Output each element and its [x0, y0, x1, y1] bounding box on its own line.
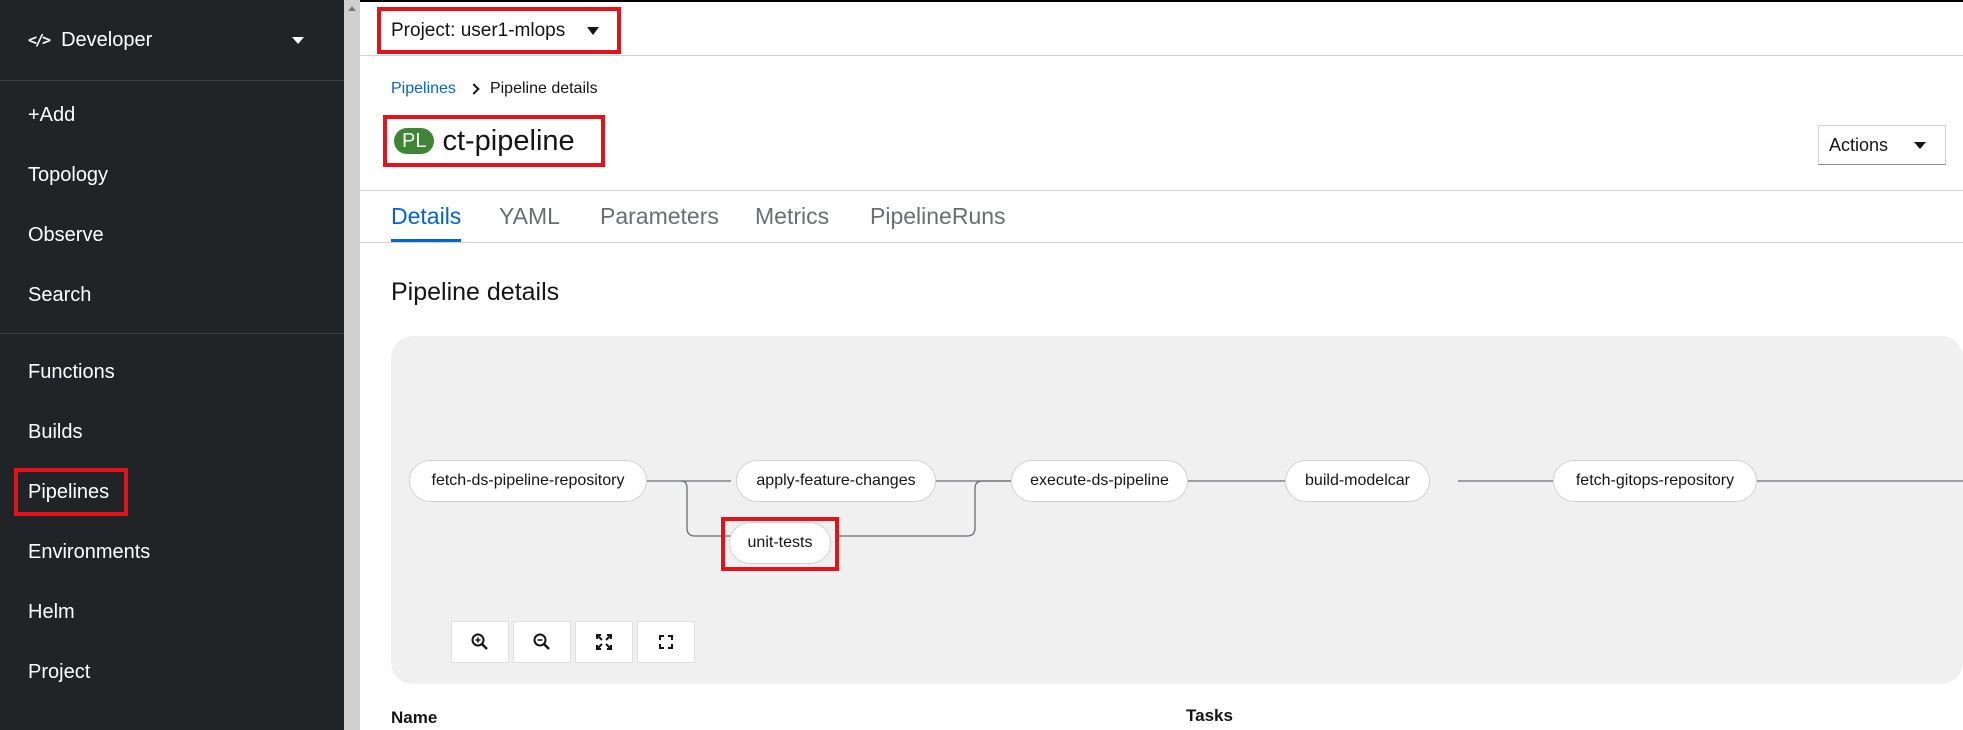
sidebar-item-label: Topology: [28, 163, 109, 186]
sidebar-item-search[interactable]: Search: [0, 265, 344, 325]
caret-down-icon: [1914, 141, 1927, 149]
sidebar-item-label: Project: [28, 660, 91, 683]
nav-group-secondary: Functions Builds Pipelines Environments …: [0, 334, 344, 702]
task-node-unit-tests[interactable]: unit-tests: [729, 522, 831, 564]
sidebar-item-functions[interactable]: Functions: [0, 342, 344, 402]
highlight-box: [14, 468, 128, 516]
actions-dropdown[interactable]: Actions: [1818, 125, 1946, 165]
table-header-tasks: Tasks: [1186, 706, 1233, 725]
page-title: PL ct-pipeline: [383, 115, 605, 167]
task-node[interactable]: fetch-ds-pipeline-repository: [409, 460, 647, 502]
sidebar-item-label: Helm: [28, 600, 75, 623]
sidebar-item-pipelines[interactable]: Pipelines: [0, 462, 344, 522]
tab-details[interactable]: Details: [391, 191, 462, 242]
perspective-switcher[interactable]: </> Developer: [0, 0, 344, 81]
code-icon: </>: [28, 31, 51, 49]
sidebar-item-helm[interactable]: Helm: [0, 582, 344, 642]
sidebar-item-environments[interactable]: Environments: [0, 522, 344, 582]
expand-icon: [659, 635, 673, 649]
tab-parameters[interactable]: Parameters: [600, 191, 719, 242]
pipeline-badge: PL: [394, 128, 435, 154]
project-selector[interactable]: Project: user1-mlops: [377, 7, 621, 54]
sidebar-item-label: Observe: [28, 223, 104, 246]
sidebar-item-label: Search: [28, 283, 92, 306]
sidebar-item-topology[interactable]: Topology: [0, 145, 344, 205]
sidebar-item-label: Environments: [28, 540, 151, 563]
project-label: Project: user1-mlops: [391, 19, 566, 41]
zoom-in-icon: [471, 633, 488, 650]
tab-yaml[interactable]: YAML: [499, 191, 560, 242]
actions-label: Actions: [1829, 134, 1889, 155]
task-node[interactable]: apply-feature-changes: [736, 460, 936, 502]
expand-button[interactable]: [637, 621, 695, 663]
sidebar-item-observe[interactable]: Observe: [0, 205, 344, 265]
main-content: Project: user1-mlops Pipelines Pipeline …: [360, 0, 1963, 730]
tab-bar: Details YAML Parameters Metrics Pipeline…: [360, 190, 1963, 243]
page-title-text: ct-pipeline: [442, 124, 575, 157]
scroll-up-icon[interactable]: [348, 6, 356, 11]
sidebar-scrollbar[interactable]: [344, 0, 360, 730]
zoom-in-button[interactable]: [451, 621, 509, 663]
breadcrumb-link-pipelines[interactable]: Pipelines: [391, 80, 456, 98]
task-node[interactable]: build-modelcar: [1285, 460, 1430, 502]
section-title: Pipeline details: [391, 278, 560, 306]
breadcrumb-current: Pipeline details: [489, 80, 598, 97]
tab-metrics[interactable]: Metrics: [755, 191, 829, 242]
project-bar: Project: user1-mlops: [360, 0, 1963, 56]
zoom-controls: [451, 621, 699, 663]
fit-to-screen-button[interactable]: [575, 621, 633, 663]
sidebar-item-builds[interactable]: Builds: [0, 402, 344, 462]
fit-to-screen-icon: [596, 634, 612, 650]
zoom-out-button[interactable]: [513, 621, 571, 663]
chevron-right-icon: [468, 83, 480, 95]
perspective-label: Developer: [61, 28, 153, 51]
sidebar: </> Developer +Add Topology Observe Sear…: [0, 0, 344, 730]
breadcrumb: Pipelines Pipeline details: [391, 80, 598, 98]
caret-down-icon: [292, 36, 304, 44]
sidebar-item-label: Builds: [28, 420, 83, 443]
task-node[interactable]: execute-ds-pipeline: [1011, 460, 1188, 502]
nav-group-primary: +Add Topology Observe Search: [0, 81, 344, 334]
pipeline-graph[interactable]: fetch-ds-pipeline-repository apply-featu…: [391, 336, 1963, 684]
task-node[interactable]: fetch-gitops-repository: [1553, 460, 1757, 502]
sidebar-item-label: +Add: [28, 103, 76, 126]
table-header-name[interactable]: Name: [391, 708, 437, 728]
sidebar-item-add[interactable]: +Add: [0, 85, 344, 145]
sidebar-item-project[interactable]: Project: [0, 642, 344, 702]
zoom-out-icon: [533, 633, 550, 650]
sidebar-item-label: Functions: [28, 360, 115, 383]
caret-down-icon: [587, 26, 600, 35]
tab-pipelineruns[interactable]: PipelineRuns: [870, 191, 1006, 242]
app-window: </> Developer +Add Topology Observe Sear…: [0, 0, 1963, 730]
